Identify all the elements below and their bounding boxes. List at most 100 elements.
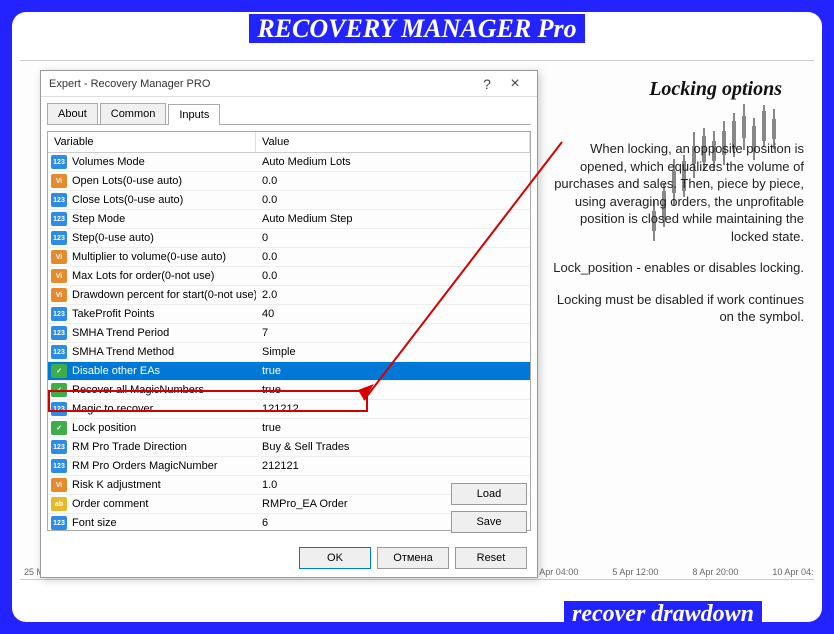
row-value[interactable]: 0.0	[256, 175, 530, 187]
row-variable: Recover all MagicNumbers	[70, 384, 256, 396]
input-row[interactable]: ✓Lock positiontrue	[48, 419, 530, 438]
input-row[interactable]: ViMultiplier to volume(0-use auto)0.0	[48, 248, 530, 267]
col-value[interactable]: Value	[256, 132, 530, 152]
input-row[interactable]: 123Step(0-use auto)0	[48, 229, 530, 248]
input-row[interactable]: 123Magic to recover121212	[48, 400, 530, 419]
time-label: 5 Apr 12:00	[612, 567, 658, 577]
side-p3: Locking must be disabled if work continu…	[548, 291, 804, 326]
tab-about[interactable]: About	[47, 103, 98, 124]
row-variable: SMHA Trend Period	[70, 327, 256, 339]
row-variable: Volumes Mode	[70, 156, 256, 168]
input-row[interactable]: 123SMHA Trend MethodSimple	[48, 343, 530, 362]
ok-button[interactable]: OK	[299, 547, 371, 569]
help-button[interactable]: ?	[473, 74, 501, 94]
dialog-titlebar[interactable]: Expert - Recovery Manager PRO ? ×	[41, 71, 537, 97]
side-heading: Locking options	[649, 78, 782, 101]
expert-dialog: Expert - Recovery Manager PRO ? × About …	[40, 70, 538, 578]
row-variable: Multiplier to volume(0-use auto)	[70, 251, 256, 263]
input-row[interactable]: 123Volumes ModeAuto Medium Lots	[48, 153, 530, 172]
row-value[interactable]: Buy & Sell Trades	[256, 441, 530, 453]
row-value[interactable]: true	[256, 384, 530, 396]
type-icon: ✓	[51, 364, 67, 378]
grid-body: 123Volumes ModeAuto Medium LotsViOpen Lo…	[48, 153, 530, 531]
row-variable: RM Pro Orders MagicNumber	[70, 460, 256, 472]
row-value[interactable]: 212121	[256, 460, 530, 472]
tab-strip: About Common Inputs	[41, 97, 537, 124]
row-variable: TakeProfit Points	[70, 308, 256, 320]
row-value[interactable]: Simple	[256, 346, 530, 358]
type-icon: 123	[51, 307, 67, 321]
input-row[interactable]: 123Close Lots(0-use auto)0.0	[48, 191, 530, 210]
type-icon: Vi	[51, 250, 67, 264]
row-variable: Disable other EAs	[70, 365, 256, 377]
type-icon: Vi	[51, 288, 67, 302]
row-variable: Risk K adjustment	[70, 479, 256, 491]
type-icon: ab	[51, 497, 67, 511]
row-value[interactable]: 40	[256, 308, 530, 320]
row-value[interactable]: true	[256, 365, 530, 377]
row-value[interactable]: 7	[256, 327, 530, 339]
input-row[interactable]: 123RM Pro Trade DirectionBuy & Sell Trad…	[48, 438, 530, 457]
time-label: 4 Apr 04:00	[532, 567, 578, 577]
banner-title: RECOVERY MANAGER Pro	[249, 14, 584, 43]
row-variable: Step(0-use auto)	[70, 232, 256, 244]
row-variable: RM Pro Trade Direction	[70, 441, 256, 453]
type-icon: 123	[51, 402, 67, 416]
type-icon: 123	[51, 516, 67, 530]
type-icon: 123	[51, 459, 67, 473]
banner-footer: recover drawdown	[564, 601, 762, 622]
input-row[interactable]: ViMax Lots for order(0-not use)0.0	[48, 267, 530, 286]
banner-footer-wrap: recover drawdown	[564, 601, 762, 622]
row-variable: Drawdown percent for start(0-not use)	[70, 289, 256, 301]
close-button[interactable]: ×	[501, 74, 529, 94]
input-row[interactable]: ✓Recover all MagicNumberstrue	[48, 381, 530, 400]
type-icon: ✓	[51, 421, 67, 435]
row-variable: Font size	[70, 517, 256, 529]
time-label: 10 Apr 04:00	[772, 567, 814, 577]
row-value[interactable]: Auto Medium Lots	[256, 156, 530, 168]
input-row[interactable]: 123TakeProfit Points40	[48, 305, 530, 324]
type-icon: ✓	[51, 383, 67, 397]
type-icon: 123	[51, 231, 67, 245]
row-value[interactable]: 121212	[256, 403, 530, 415]
row-value[interactable]: 0.0	[256, 194, 530, 206]
type-icon: 123	[51, 345, 67, 359]
row-value[interactable]: 0	[256, 232, 530, 244]
col-variable[interactable]: Variable	[48, 132, 256, 152]
row-value[interactable]: Auto Medium Step	[256, 213, 530, 225]
row-variable: Open Lots(0-use auto)	[70, 175, 256, 187]
banner-title-wrap: RECOVERY MANAGER Pro	[12, 14, 822, 44]
grid-header: Variable Value	[48, 132, 530, 153]
promo-card: RECOVERY MANAGER Pro 25 Mar 04:0026 Mar …	[12, 12, 822, 622]
tab-inputs[interactable]: Inputs	[168, 104, 220, 125]
type-icon: Vi	[51, 174, 67, 188]
input-row[interactable]: ✓Disable other EAstrue	[48, 362, 530, 381]
input-row[interactable]: 123RM Pro Orders MagicNumber212121	[48, 457, 530, 476]
row-variable: Order comment	[70, 498, 256, 510]
input-row[interactable]: 123Step ModeAuto Medium Step	[48, 210, 530, 229]
bottom-buttons: OK Отмена Reset	[299, 547, 527, 569]
row-variable: Magic to recover	[70, 403, 256, 415]
row-value[interactable]: 2.0	[256, 289, 530, 301]
row-variable: Close Lots(0-use auto)	[70, 194, 256, 206]
row-value[interactable]: 0.0	[256, 251, 530, 263]
save-button[interactable]: Save	[451, 511, 527, 533]
row-variable: Lock position	[70, 422, 256, 434]
type-icon: Vi	[51, 478, 67, 492]
input-row[interactable]: ViDrawdown percent for start(0-not use)2…	[48, 286, 530, 305]
row-variable: SMHA Trend Method	[70, 346, 256, 358]
side-buttons: Load Save	[451, 483, 527, 533]
reset-button[interactable]: Reset	[455, 547, 527, 569]
time-label: 8 Apr 20:00	[692, 567, 738, 577]
input-row[interactable]: 123SMHA Trend Period7	[48, 324, 530, 343]
dialog-title: Expert - Recovery Manager PRO	[49, 78, 473, 90]
type-icon: 123	[51, 440, 67, 454]
row-value[interactable]: true	[256, 422, 530, 434]
tab-common[interactable]: Common	[100, 103, 167, 124]
type-icon: 123	[51, 193, 67, 207]
load-button[interactable]: Load	[451, 483, 527, 505]
input-row[interactable]: ViOpen Lots(0-use auto)0.0	[48, 172, 530, 191]
side-description: When locking, an opposite position is op…	[548, 140, 804, 340]
row-value[interactable]: 0.0	[256, 270, 530, 282]
cancel-button[interactable]: Отмена	[377, 547, 449, 569]
